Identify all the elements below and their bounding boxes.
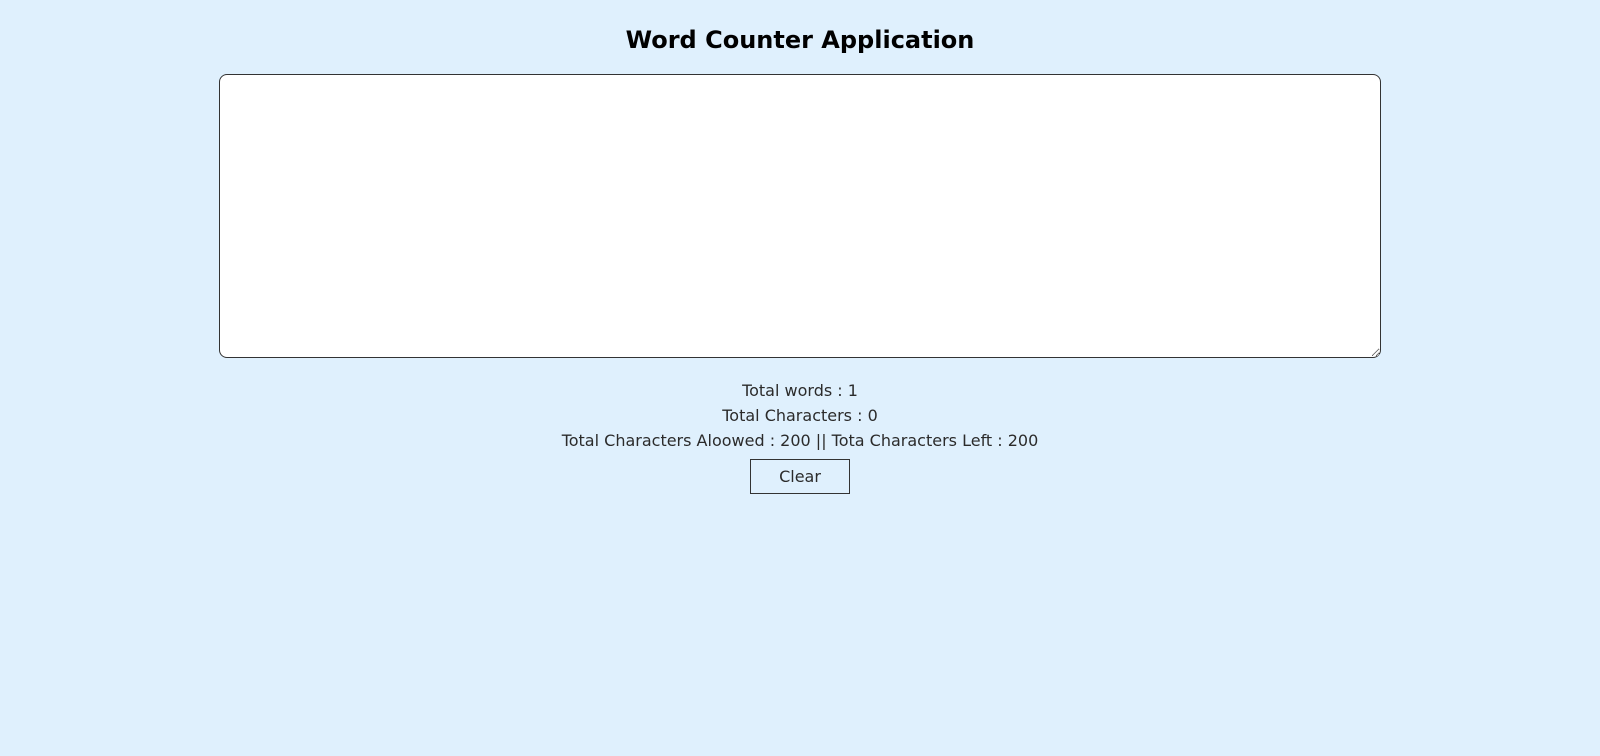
characters-limit-label: Total Characters Aloowed : 200 || Tota C… <box>561 431 1039 450</box>
word-counter-app: Word Counter Application Total words : 1… <box>0 0 1600 756</box>
page-title: Word Counter Application <box>625 26 975 54</box>
text-input-area[interactable] <box>219 74 1381 358</box>
total-words-label: Total words : 1 <box>742 381 858 400</box>
clear-button[interactable]: Clear <box>750 459 850 494</box>
total-characters-label: Total Characters : 0 <box>722 406 878 425</box>
stats-panel: Total words : 1 Total Characters : 0 Tot… <box>0 378 1600 453</box>
